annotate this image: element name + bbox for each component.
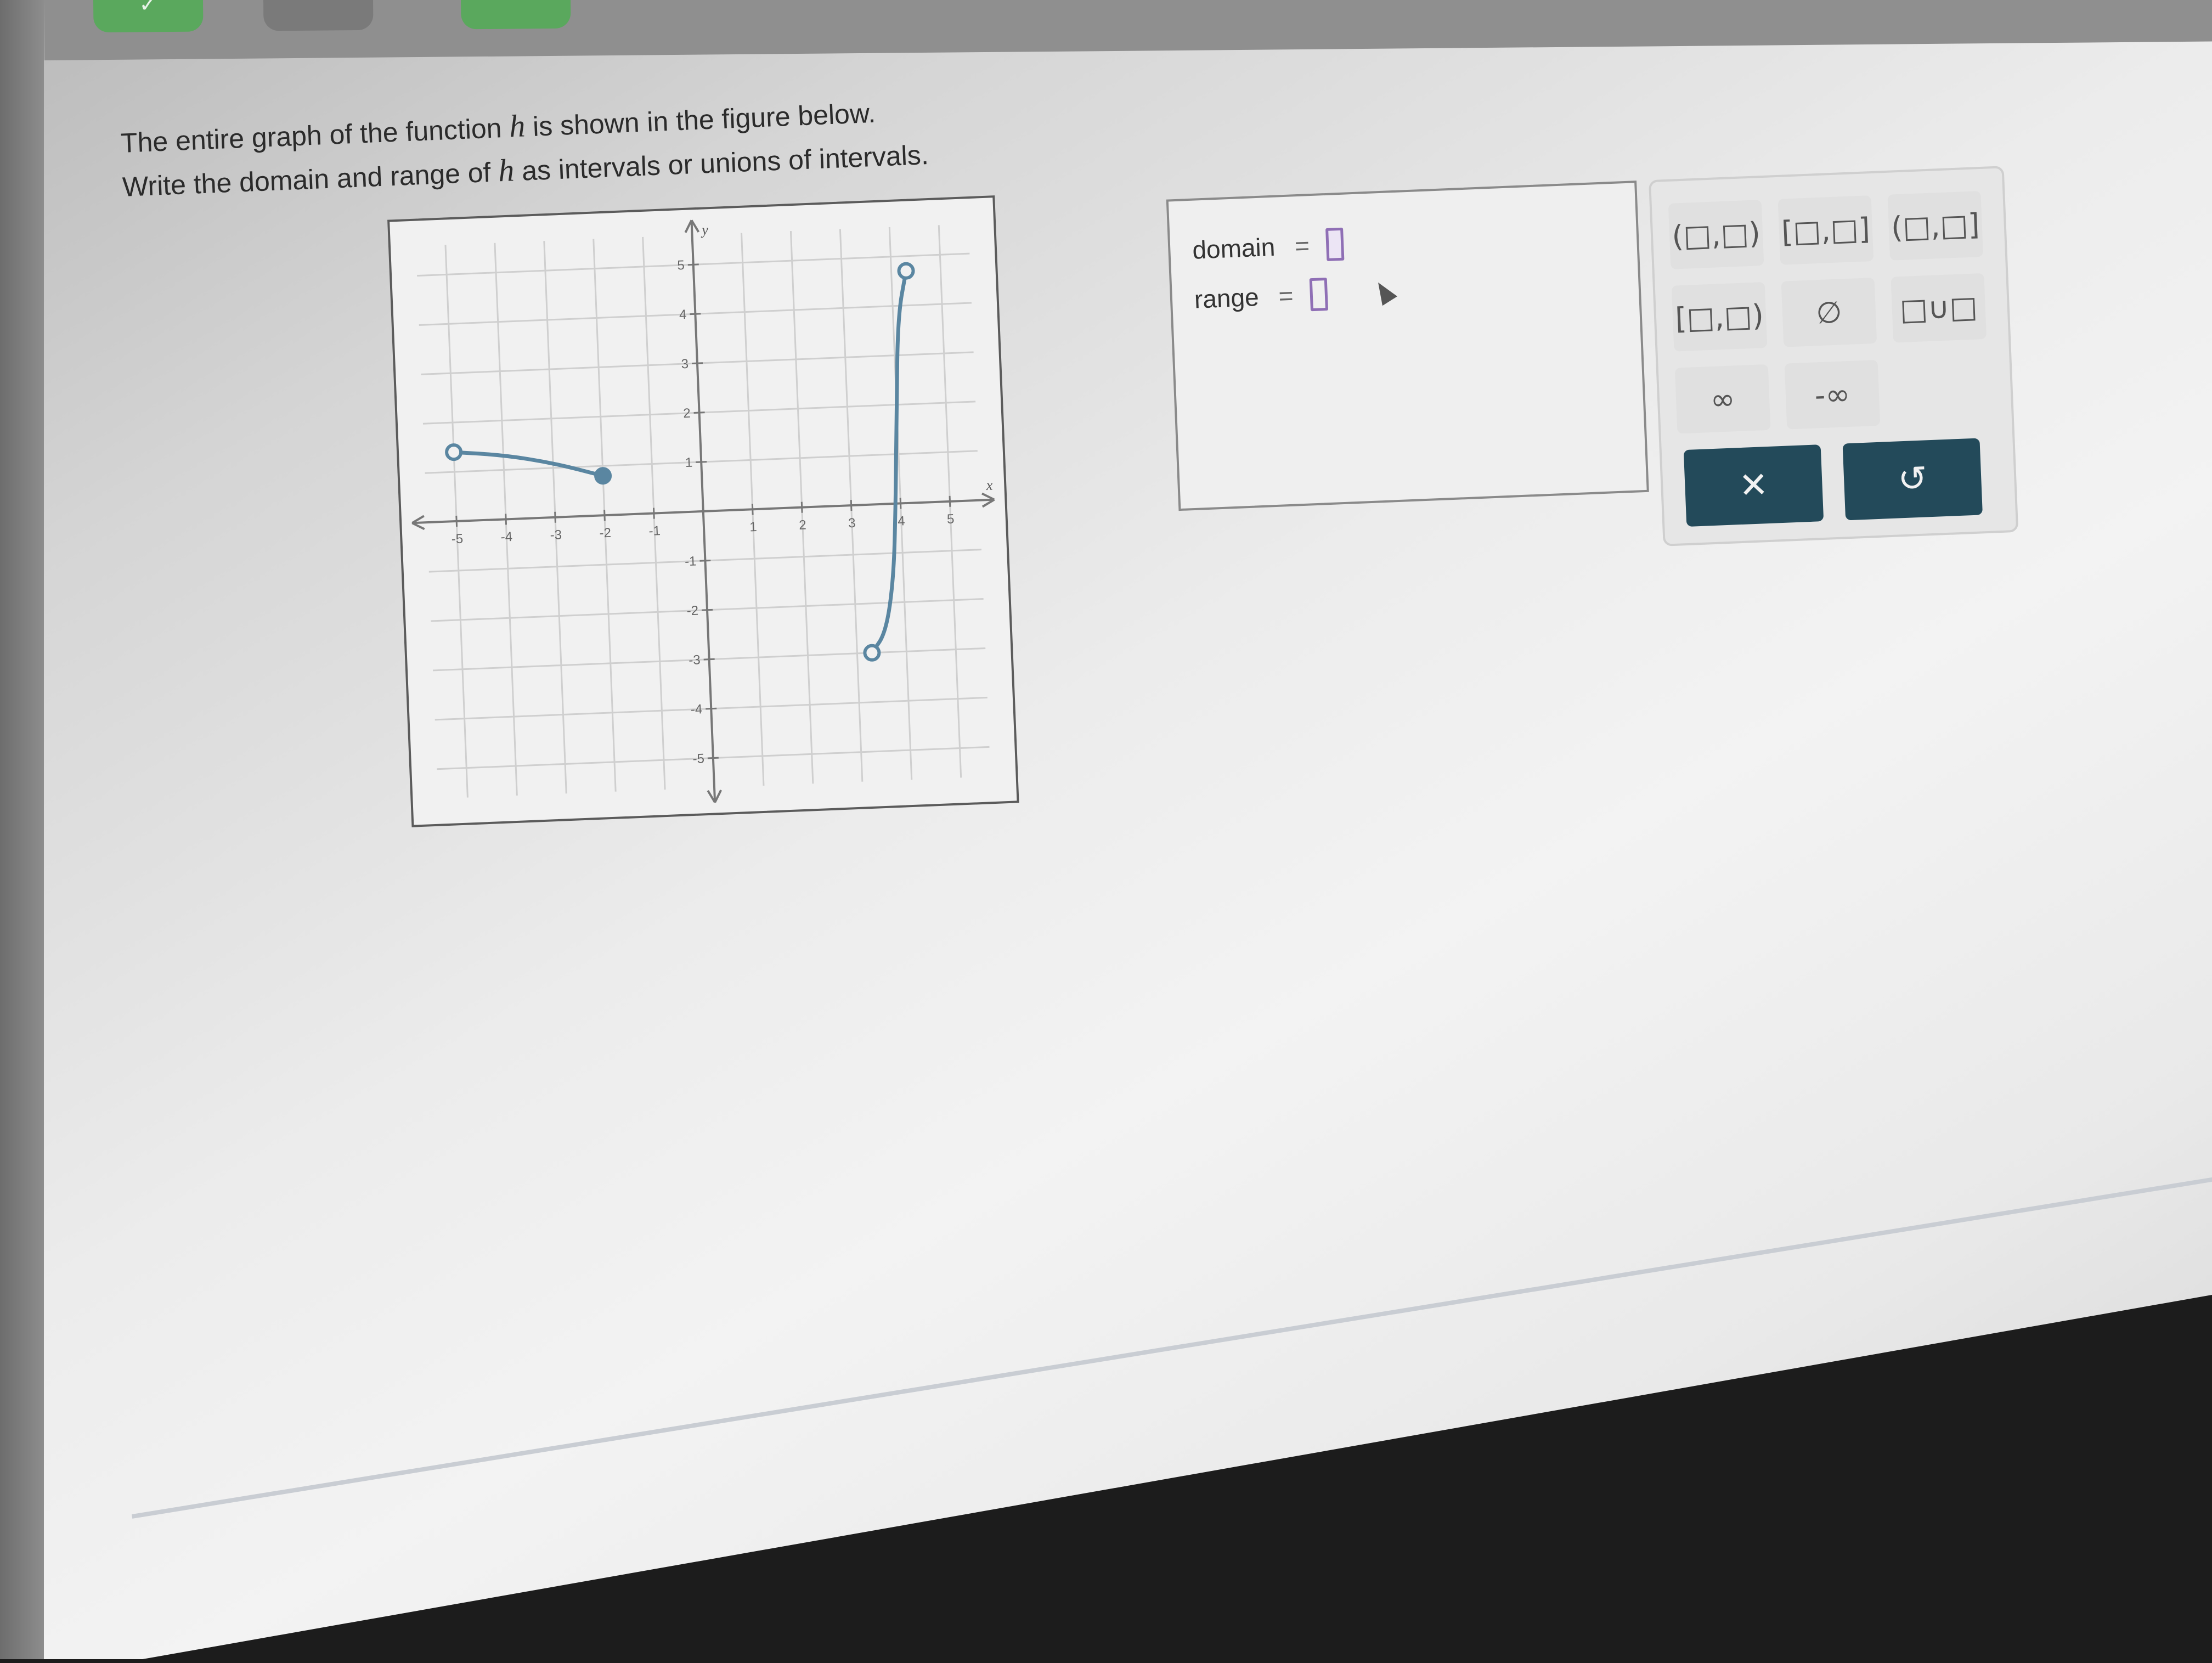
domain-label: domain <box>1192 232 1276 264</box>
x-tick-label: -3 <box>550 527 562 543</box>
x-tick-label: 4 <box>898 514 905 529</box>
x-tick-label: 3 <box>848 516 856 531</box>
range-input[interactable] <box>1309 277 1328 312</box>
x-tick-mark <box>652 508 655 519</box>
empty-set-button[interactable]: ∅ <box>1781 277 1877 347</box>
undo-button[interactable]: ↺ <box>1842 438 1983 521</box>
range-row: range = <box>1193 277 1328 316</box>
y-tick-label: -5 <box>692 751 704 766</box>
graph-svg: x y -5 -4 -3 -2 -1 1 2 3 4 5 5 4 3 2 1 -1 -2 -3 -4 -5 <box>411 219 995 803</box>
closed-endpoint <box>594 467 612 485</box>
axes <box>411 219 995 803</box>
screen: ✓ The entire graph of the function h is … <box>0 0 2212 1659</box>
y-tick-mark <box>691 362 703 365</box>
y-tick-label: 5 <box>677 258 685 273</box>
y-tick-label: -4 <box>690 702 702 717</box>
domain-equals: = <box>1294 231 1311 261</box>
open-endpoint <box>897 262 915 280</box>
close-icon: ✕ <box>1738 465 1769 507</box>
x-tick-mark <box>455 515 458 527</box>
clear-button[interactable]: ✕ <box>1683 444 1824 527</box>
range-label: range <box>1193 282 1260 314</box>
y-tick-mark <box>687 263 699 266</box>
x-tick-label: -2 <box>599 526 611 541</box>
x-tick-label: -1 <box>648 523 661 539</box>
problem-statement: The entire graph of the function h is sh… <box>120 83 1055 208</box>
closed-open-interval-button[interactable]: [□,□) <box>1671 281 1768 352</box>
y-tick-mark <box>696 461 707 463</box>
y-tick-label: 2 <box>683 406 691 421</box>
y-tick-label: -3 <box>689 652 701 668</box>
x-tick-label: 5 <box>947 512 955 527</box>
x-tick-mark <box>554 511 556 523</box>
x-tick-mark <box>751 504 754 515</box>
x-tick-label: 1 <box>749 520 757 535</box>
y-tick-label: 4 <box>679 307 687 323</box>
function-curve-2 <box>870 269 909 655</box>
closed-closed-interval-button[interactable]: [□,□] <box>1778 195 1874 265</box>
domain-row: domain = <box>1192 227 1397 306</box>
x-tick-mark <box>899 498 902 509</box>
infinity-button[interactable]: ∞ <box>1674 364 1771 434</box>
negative-infinity-button[interactable]: -∞ <box>1784 359 1881 430</box>
function-curve-1 <box>452 450 605 478</box>
domain-input[interactable] <box>1325 227 1345 261</box>
tick-labels: x y -5 -4 -3 -2 -1 1 2 3 4 5 5 4 3 2 1 -1 -2 -3 -4 -5 <box>451 222 993 766</box>
y-axis-label: y <box>700 222 709 238</box>
open-endpoint <box>445 443 463 461</box>
answer-box: domain = range = <box>1166 181 1649 511</box>
range-equals: = <box>1278 281 1294 311</box>
interval-palette: (□,□) [□,□] (□,□] [□,□) ∅ □∪□ ∞ -∞ ✕ ↺ <box>1648 166 2019 546</box>
y-tick-label: -1 <box>685 554 697 570</box>
x-tick-label: -4 <box>500 529 512 545</box>
y-tick-mark <box>699 559 711 562</box>
function-graph: x y -5 -4 -3 -2 -1 1 2 3 4 5 5 4 3 2 1 -1 -2 -3 -4 -5 <box>387 195 1019 827</box>
x-tick-label: -5 <box>451 532 463 547</box>
undo-icon: ↺ <box>1897 458 1928 500</box>
union-button[interactable]: □∪□ <box>1891 273 1987 343</box>
x-tick-label: 2 <box>799 517 806 533</box>
mouse-cursor-icon <box>1370 278 1397 306</box>
x-axis-label: x <box>985 477 993 493</box>
open-closed-interval-button[interactable]: (□,□] <box>1887 191 1984 261</box>
y-tick-mark <box>706 707 717 710</box>
y-tick-label: 1 <box>685 455 692 471</box>
y-tick-label: -2 <box>686 603 698 618</box>
question-content: The entire graph of the function h is sh… <box>0 0 2212 1659</box>
y-tick-label: 3 <box>681 357 689 372</box>
terms-of-use-link[interactable]: Terms of Use <box>2042 1334 2167 1376</box>
open-endpoint <box>863 644 881 662</box>
open-open-interval-button[interactable]: (□,□) <box>1668 200 1764 269</box>
